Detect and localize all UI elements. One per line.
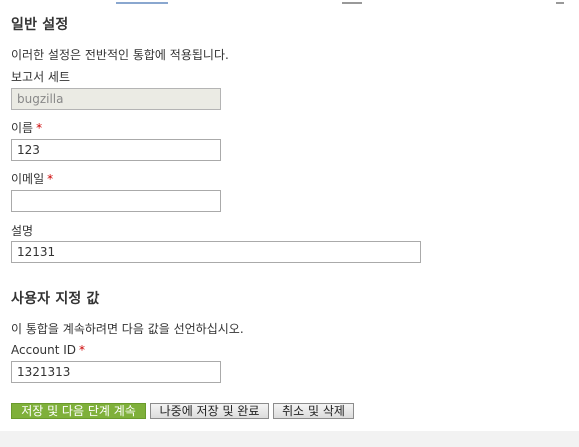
report-set-label: 보고서 세트 (11, 68, 70, 85)
email-label-text: 이메일 (11, 172, 45, 186)
name-label-text: 이름 (11, 121, 34, 135)
account-id-label-text: Account ID (11, 343, 77, 357)
account-id-label: Account ID * (11, 343, 85, 357)
required-asterisk: * (79, 343, 86, 357)
report-set-label-text: 보고서 세트 (11, 70, 71, 84)
integration-settings-page: 일반 설정 이러한 설정은 전반적인 통합에 적용됩니다. 보고서 세트 이름*… (0, 0, 579, 447)
footer-band (0, 431, 579, 447)
account-id-field[interactable] (11, 361, 221, 383)
required-asterisk: * (47, 172, 54, 186)
cancel-delete-button[interactable]: 취소 및 삭제 (273, 403, 354, 419)
custom-values-title: 사용자 지정 값 (11, 291, 100, 307)
email-label: 이메일 * (11, 170, 53, 187)
cropped-nav-fragment (116, 0, 168, 4)
description-field[interactable] (11, 241, 421, 263)
general-settings-description: 이러한 설정은 전반적인 통합에 적용됩니다. (11, 48, 229, 62)
top-cropped-nav (0, 0, 579, 4)
custom-values-description: 이 통합을 계속하려면 다음 값을 선언하십시오. (11, 322, 244, 336)
cropped-nav-fragment (556, 0, 564, 4)
save-later-finish-button[interactable]: 나중에 저장 및 완료 (150, 403, 269, 419)
cropped-nav-fragment (342, 0, 362, 4)
name-label: 이름 * (11, 119, 42, 136)
description-label: 설명 (11, 222, 33, 239)
general-settings-title: 일반 설정 (11, 17, 69, 33)
name-field[interactable] (11, 139, 221, 161)
required-asterisk: * (36, 121, 43, 135)
save-and-continue-button[interactable]: 저장 및 다음 단계 계속 (11, 403, 146, 419)
description-label-text: 설명 (11, 224, 34, 238)
report-set-field (11, 88, 221, 110)
email-field[interactable] (11, 190, 221, 212)
